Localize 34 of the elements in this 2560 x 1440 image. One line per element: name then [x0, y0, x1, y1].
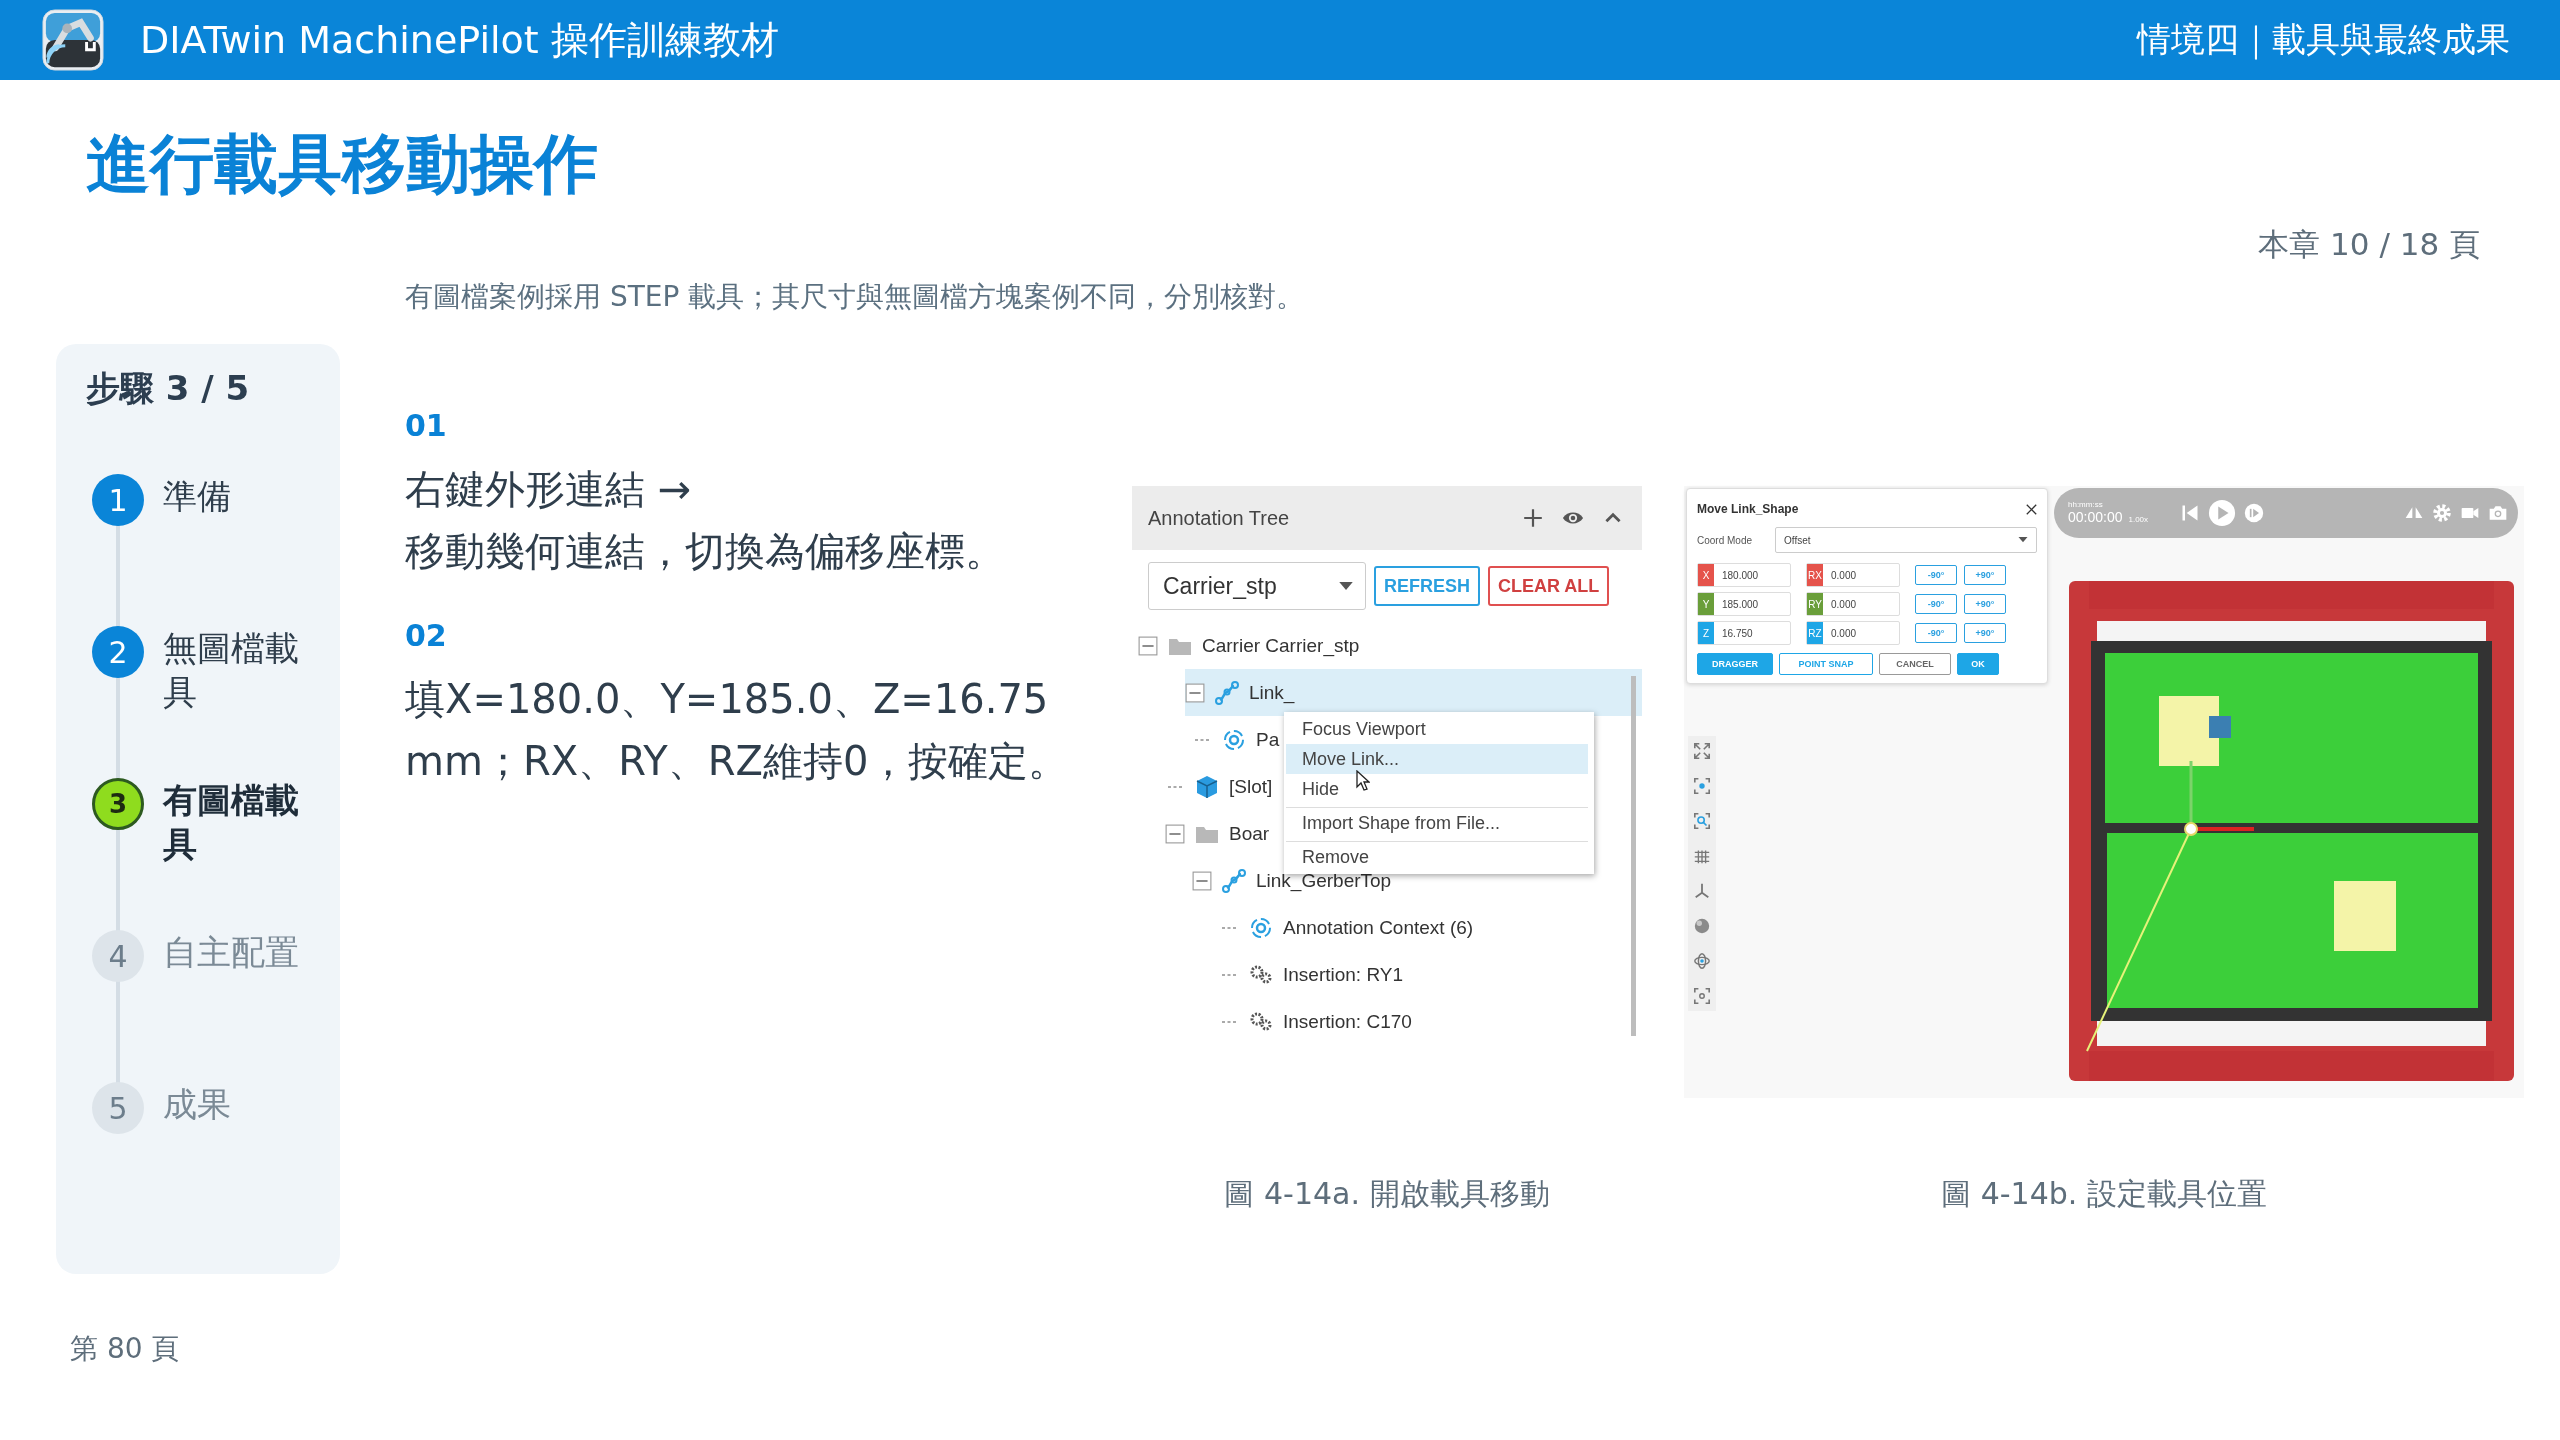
tree-item-label: Insertion: RY1	[1283, 963, 1404, 986]
figure-caption: 圖 4-14b. 設定載具位置	[1941, 1175, 2267, 1213]
axis-tag: X	[1698, 564, 1714, 586]
axis-tag: RZ	[1807, 622, 1823, 644]
tree-item-label: [Slot]	[1229, 775, 1273, 798]
field-label: Coord Mode	[1697, 534, 1754, 546]
tree-item-label: Link_	[1249, 681, 1295, 704]
time-display: 00:00:00	[2068, 509, 2123, 526]
dialog-title: Move Link_Shape	[1697, 502, 1799, 516]
axis-tag: RY	[1807, 593, 1823, 615]
instruction-number: 01	[405, 407, 448, 445]
chapter-page-count: 本章 10 / 18 頁	[2258, 225, 2480, 264]
instruction-text: 填X=180.0、Y=185.0、Z=16.75 mm；RX、RY、RZ維持0，按確定。	[405, 675, 1070, 786]
axis-tag: RX	[1807, 564, 1823, 586]
tree-item-label: Carrier Carrier_stp	[1202, 634, 1360, 657]
tree-item-label: Boar	[1229, 822, 1270, 845]
tree-item-label: Pa	[1256, 728, 1280, 751]
app-title: DIATwin MachinePilot 操作訓練教材	[140, 16, 779, 64]
speed-label: 1.00x	[2128, 515, 2149, 525]
page-number: 第 80 頁	[70, 1331, 181, 1367]
step-heading: 步驟 3 / 5	[86, 367, 251, 410]
tree-item-label: Insertion: C170	[1283, 1010, 1412, 1033]
instruction-text: 右鍵外形連結 → 移動幾何連結，切換為偏移座標。	[405, 465, 1006, 576]
time-label: hh:mm:ss	[2068, 500, 2104, 510]
figure-caption: 圖 4-14a. 開啟載具移動	[1224, 1175, 1550, 1213]
section-title: 情境四｜載具與最終成果	[2137, 18, 2510, 62]
tree-item-label: Annotation Context (6)	[1283, 916, 1474, 939]
page-title: 進行載具移動操作	[86, 126, 599, 203]
instruction-number: 02	[405, 617, 448, 655]
axis-tag: Z	[1698, 622, 1714, 644]
axis-tag: Y	[1698, 593, 1714, 615]
tree-item-label: Link_GerberTop	[1256, 869, 1392, 892]
subtitle: 有圖檔案例採用 STEP 載具；其尺寸與無圖檔方塊案例不同，分別核對。	[405, 279, 1306, 315]
panel-title: Annotation Tree	[1148, 506, 1290, 530]
